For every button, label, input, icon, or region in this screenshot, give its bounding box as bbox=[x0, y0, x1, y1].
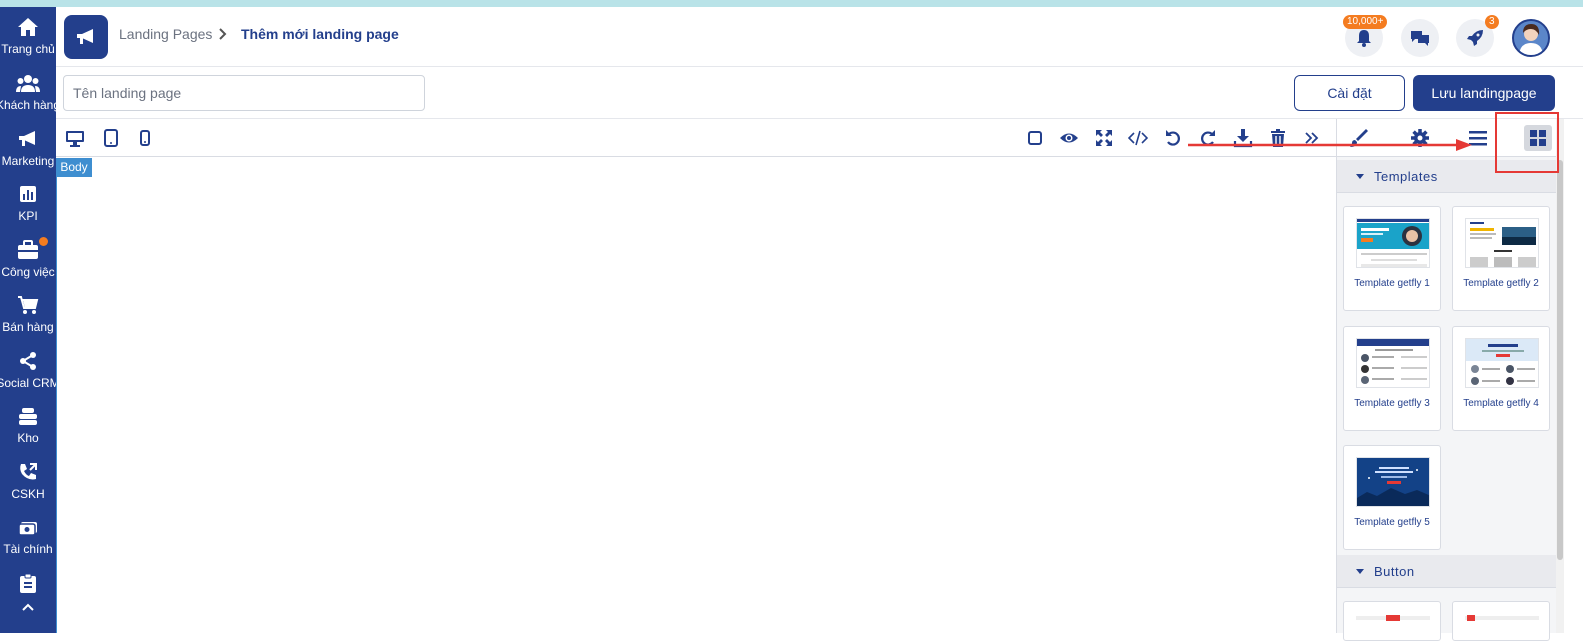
megaphone-icon bbox=[19, 131, 35, 146]
body-element-badge[interactable]: Body bbox=[56, 158, 92, 177]
chevron-right-icon bbox=[219, 28, 227, 40]
landing-page-name-input[interactable] bbox=[63, 75, 425, 111]
megaphone-icon bbox=[77, 29, 93, 44]
fullscreen-icon bbox=[1096, 130, 1112, 146]
sidebar: Trang chủ Khách hàng Marketing KPI Công … bbox=[0, 7, 56, 633]
code-view-button[interactable] bbox=[1128, 128, 1148, 148]
page-title: Thêm mới landing page bbox=[241, 26, 399, 42]
clipboard-icon bbox=[20, 573, 36, 593]
sidebar-item-label: CSKH bbox=[11, 487, 45, 501]
sidebar-item-label: Kho bbox=[17, 431, 39, 445]
header: Landing Pages Thêm mới landing page 10,0… bbox=[56, 7, 1583, 67]
messages-button[interactable] bbox=[1401, 19, 1439, 57]
sidebar-item-sales[interactable]: Bán hàng bbox=[0, 289, 56, 341]
sidebar-item-kpi[interactable]: KPI bbox=[0, 178, 56, 230]
sidebar-item-home[interactable]: Trang chủ bbox=[0, 11, 56, 63]
undo-button[interactable] bbox=[1163, 128, 1183, 148]
notifications-badge: 10,000+ bbox=[1343, 15, 1388, 29]
template-name: Template getfly 5 bbox=[1354, 517, 1430, 528]
template-card[interactable]: Template getfly 5 bbox=[1343, 445, 1441, 550]
template-card[interactable]: Template getfly 1 bbox=[1343, 206, 1441, 311]
avatar[interactable] bbox=[1512, 19, 1550, 57]
briefcase-icon bbox=[18, 240, 38, 259]
preview-button[interactable] bbox=[1059, 128, 1079, 148]
bell-icon bbox=[1357, 30, 1371, 47]
breadcrumb-parent[interactable]: Landing Pages bbox=[119, 26, 212, 42]
rocket-badge: 3 bbox=[1485, 15, 1499, 29]
editor-toolbar bbox=[56, 119, 1336, 157]
chat-icon bbox=[1411, 31, 1429, 46]
button-preview-icon bbox=[1356, 615, 1430, 621]
tablet-icon bbox=[104, 129, 118, 147]
button-block-card[interactable] bbox=[1343, 601, 1441, 641]
desktop-view-button[interactable] bbox=[65, 128, 85, 148]
sidebar-item-marketing[interactable]: Marketing bbox=[0, 123, 56, 175]
section-button-header[interactable]: Button bbox=[1337, 555, 1557, 588]
editor-canvas[interactable] bbox=[56, 158, 1336, 633]
tablet-view-button[interactable] bbox=[101, 128, 121, 148]
panel-scrollbar-thumb[interactable] bbox=[1557, 160, 1563, 560]
mobile-icon bbox=[140, 130, 150, 146]
undo-icon bbox=[1166, 130, 1180, 146]
user-avatar-icon bbox=[1514, 21, 1548, 55]
blocks-panel: Templates Template getfly 1 Template get… bbox=[1336, 119, 1557, 641]
cart-icon bbox=[18, 296, 39, 314]
sidebar-item-label: KPI bbox=[18, 209, 38, 223]
template-thumbnail bbox=[1356, 218, 1430, 268]
template-name: Template getfly 2 bbox=[1463, 278, 1539, 289]
square-outline-icon bbox=[1028, 131, 1042, 145]
sidebar-item-label: Social CRM bbox=[0, 376, 56, 390]
phone-icon bbox=[20, 463, 37, 480]
bar-chart-icon bbox=[20, 186, 36, 202]
chevron-up-icon[interactable] bbox=[21, 602, 35, 612]
button-preview-icon bbox=[1465, 615, 1539, 621]
mobile-view-button[interactable] bbox=[135, 128, 155, 148]
section-title: Templates bbox=[1374, 169, 1438, 184]
sidebar-item-label: Marketing bbox=[1, 154, 55, 168]
template-card[interactable]: Template getfly 4 bbox=[1452, 326, 1550, 431]
caret-down-icon bbox=[1356, 569, 1364, 574]
notification-dot bbox=[39, 237, 48, 246]
save-landingpage-button[interactable]: Lưu landingpage bbox=[1413, 75, 1555, 111]
template-name: Template getfly 4 bbox=[1463, 398, 1539, 409]
warehouse-icon bbox=[19, 408, 37, 425]
sidebar-item-label: Bán hàng bbox=[2, 320, 54, 334]
section-title: Button bbox=[1374, 564, 1415, 579]
sidebar-item-label: Trang chủ bbox=[1, 42, 55, 56]
marketing-module-button[interactable] bbox=[64, 15, 108, 59]
template-name: Template getfly 1 bbox=[1354, 278, 1430, 289]
template-card[interactable]: Template getfly 2 bbox=[1452, 206, 1550, 311]
fullscreen-button[interactable] bbox=[1094, 128, 1114, 148]
template-thumbnail bbox=[1356, 457, 1430, 507]
desktop-icon bbox=[66, 131, 84, 147]
sidebar-item-finance[interactable]: Tài chính bbox=[0, 511, 56, 563]
template-thumbnail bbox=[1465, 218, 1539, 268]
red-arrow-annotation bbox=[1188, 139, 1472, 151]
sidebar-item-cskh[interactable]: CSKH bbox=[0, 456, 56, 508]
eye-icon bbox=[1060, 133, 1078, 143]
code-icon bbox=[1128, 130, 1148, 146]
template-thumbnail bbox=[1465, 338, 1539, 388]
settings-button[interactable]: Cài đặt bbox=[1294, 75, 1405, 111]
share-icon bbox=[20, 352, 36, 370]
button-block-card[interactable] bbox=[1452, 601, 1550, 641]
template-name: Template getfly 3 bbox=[1354, 398, 1430, 409]
users-icon bbox=[16, 75, 40, 92]
caret-down-icon bbox=[1356, 174, 1364, 179]
sidebar-item-customers[interactable]: Khách hàng bbox=[0, 67, 56, 119]
highlight-box bbox=[1495, 112, 1559, 173]
rocket-icon bbox=[1467, 30, 1483, 46]
template-thumbnail bbox=[1356, 338, 1430, 388]
sidebar-item-warehouse[interactable]: Kho bbox=[0, 400, 56, 452]
money-icon bbox=[18, 522, 37, 536]
sidebar-item-label: Khách hàng bbox=[0, 98, 56, 112]
home-icon bbox=[18, 18, 38, 36]
outline-toggle-button[interactable] bbox=[1025, 128, 1045, 148]
template-card[interactable]: Template getfly 3 bbox=[1343, 326, 1441, 431]
sidebar-item-social-crm[interactable]: Social CRM bbox=[0, 345, 56, 397]
top-strip bbox=[0, 0, 1583, 7]
sidebar-item-label: Công việc bbox=[1, 265, 55, 279]
sidebar-item-label: Tài chính bbox=[3, 542, 53, 556]
